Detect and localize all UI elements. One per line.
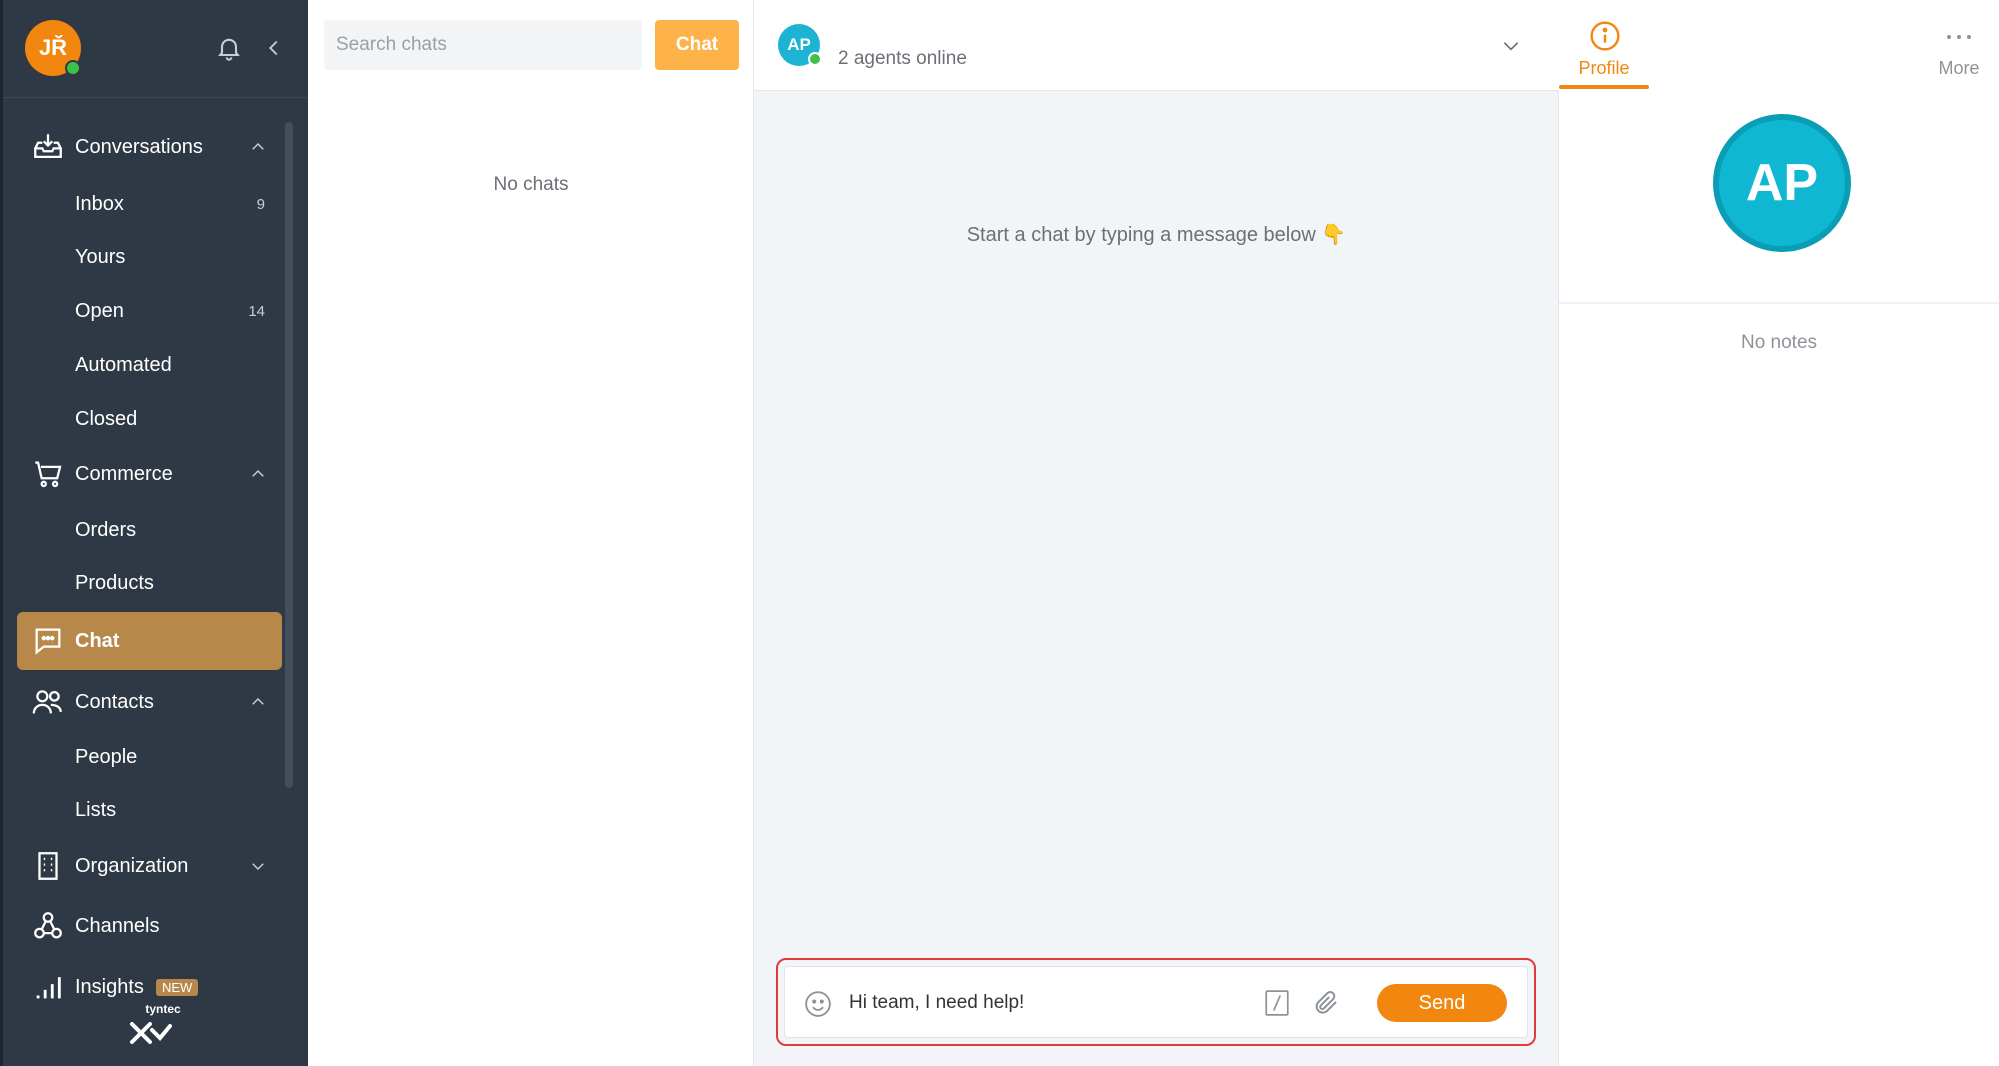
sidebar-item-lists[interactable]: Lists [3,786,283,834]
nav-section-organization[interactable]: Organization [3,841,283,891]
chevron-down-icon[interactable] [1500,36,1522,56]
more-dots-icon [1947,35,1971,39]
sidebar-item-label: People [75,745,138,768]
paperclip-icon[interactable] [1311,987,1341,1017]
active-tab-underline [1559,85,1649,89]
people-icon [32,690,62,714]
cart-icon [35,461,62,488]
start-chat-hint: Start a chat by typing a message below 👇 [966,224,1347,246]
online-status-dot [65,60,81,76]
tab-label: Profile [1578,58,1630,78]
sidebar-item-chat[interactable]: Chat [17,612,282,670]
tyntec-logo-icon [130,1022,172,1044]
emoji-icon[interactable] [803,989,833,1019]
sidebar-item-automated[interactable]: Automated [3,341,283,389]
tab-profile[interactable]: Profile [1559,0,1649,90]
open-count: 14 [248,302,265,320]
online-status-dot [808,52,822,66]
nav-section-contacts[interactable]: Contacts [3,677,283,727]
sidebar-item-label: Products [75,571,154,594]
building-icon [38,852,58,880]
contact-details-panel: Profile More AP No notes [1559,0,1999,1066]
nav-section-label: Organization [75,854,189,877]
brand-name: tyntec [145,1002,181,1016]
chat-bubble-icon [35,628,61,655]
channels-icon [34,912,62,939]
sidebar-item-label: Automated [75,353,172,376]
brand-logo: tyntec [121,1002,181,1058]
nav-section-label: Channels [75,914,160,937]
bell-icon[interactable] [215,34,243,62]
chevron-up-icon [252,142,264,150]
sidebar-item-inbox[interactable]: Inbox 9 [3,180,283,228]
tab-more[interactable]: More [1919,0,1999,90]
tab-label: More [1938,58,1980,78]
agents-online-text: 2 agents online [838,48,967,69]
sidebar-header: JŘ [3,0,308,98]
user-initials: JŘ [38,35,68,60]
chevron-left-icon[interactable] [263,36,285,60]
message-input[interactable] [849,983,1229,1023]
agent-initials: AP [787,35,811,54]
sidebar: JŘ Conversations Inbox 9 Yours Open 14 A… [0,0,308,1066]
contact-avatar: AP [1713,114,1851,252]
sidebar-item-label: Closed [75,407,138,430]
divider [1559,302,1999,304]
sidebar-item-label: Inbox [75,192,124,215]
sidebar-item-orders[interactable]: Orders [3,506,283,554]
empty-notes-text: No notes [1740,332,1818,353]
sidebar-scrollbar[interactable] [285,122,293,788]
sidebar-item-products[interactable]: Products [3,559,283,607]
chevron-up-icon [252,469,264,477]
empty-chats-text: No chats [493,174,569,195]
contact-initials: AP [1745,154,1819,212]
slash-command-icon[interactable] [1264,989,1290,1017]
sidebar-item-label: Chat [75,629,120,652]
new-badge: NEW [155,978,199,996]
inbox-tray-icon [34,134,62,159]
sidebar-item-yours[interactable]: Yours [3,233,283,281]
message-composer: Send [784,966,1528,1038]
nav-section-label: Commerce [75,462,173,485]
agent-avatar[interactable]: AP [778,24,822,66]
nav-section-commerce[interactable]: Commerce [3,449,283,499]
inbox-count: 9 [256,195,265,213]
info-icon [1590,21,1620,51]
conversation-header: AP 2 agents online [754,0,1559,91]
sidebar-item-label: Yours [75,245,126,268]
nav-section-label: Insights NEW [75,975,199,999]
sidebar-item-label: Orders [75,518,137,541]
chevron-up-icon [252,697,264,705]
chevron-down-icon [252,863,264,871]
sidebar-item-label: Open [75,299,124,322]
conversation-panel: AP 2 agents online Start a chat by typin… [754,0,1559,1066]
sidebar-item-open[interactable]: Open 14 [3,287,283,335]
insights-label: Insights [75,975,144,998]
chat-list-panel: Chat No chats [308,0,754,1066]
nav-section-channels[interactable]: Channels [3,901,283,951]
sidebar-item-people[interactable]: People [3,733,283,781]
sidebar-item-closed[interactable]: Closed [3,395,283,443]
bar-chart-icon [36,977,61,999]
nav-section-conversations[interactable]: Conversations [3,122,283,172]
user-avatar[interactable]: JŘ [25,20,81,76]
search-chats-input[interactable] [324,20,642,70]
new-chat-button[interactable]: Chat [655,20,739,70]
send-button[interactable]: Send [1377,984,1507,1022]
sidebar-item-label: Lists [75,798,117,821]
nav-section-label: Conversations [75,135,203,158]
nav-section-label: Contacts [75,690,154,713]
